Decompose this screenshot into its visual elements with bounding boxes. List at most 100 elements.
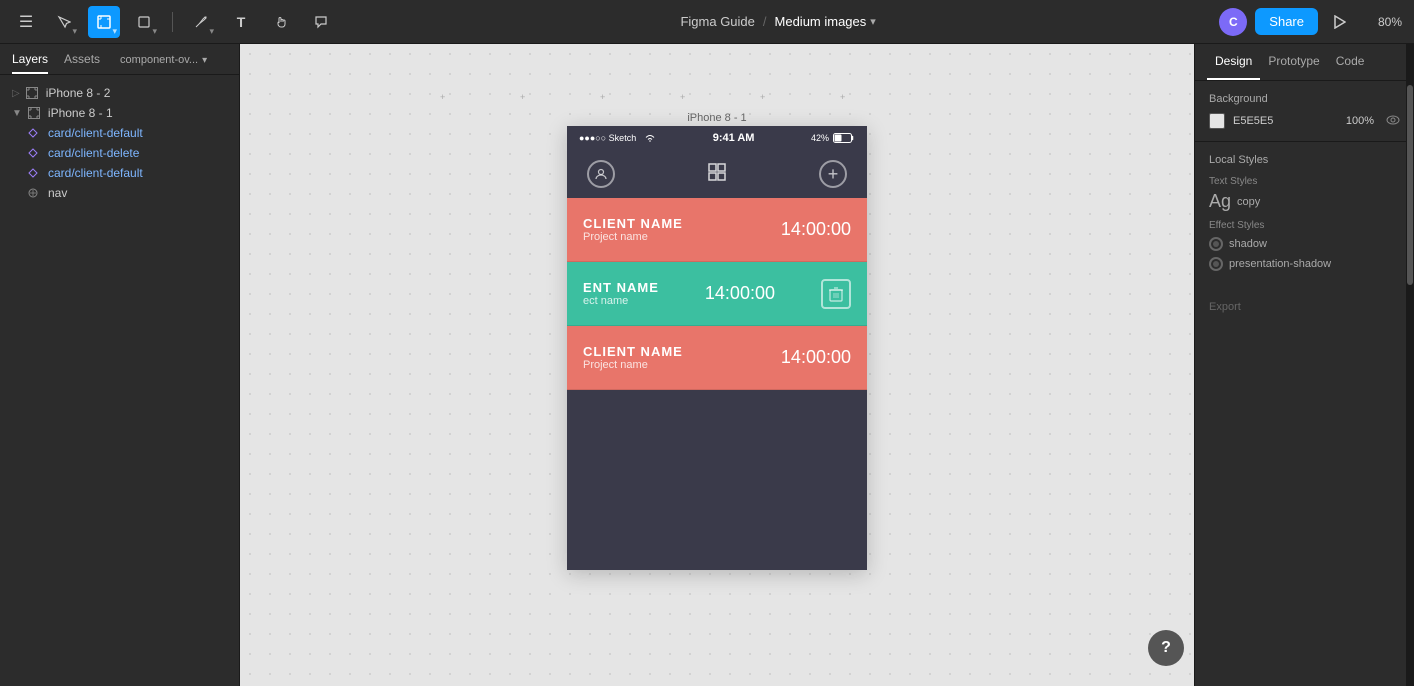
tab-design[interactable]: Design xyxy=(1207,44,1260,80)
toolbar-right: C Share 80% xyxy=(1219,8,1402,36)
tool-pointer[interactable]: ▾ xyxy=(48,6,80,38)
shape-icon xyxy=(137,15,151,29)
hand-icon xyxy=(274,15,288,29)
card-2-name: ENT NAME xyxy=(583,280,659,295)
layer-item-iphone8-1[interactable]: ▼ iPhone 8 - 1 xyxy=(0,103,239,123)
person-icon xyxy=(594,167,608,181)
phone-body: ●●●○○ Sketch 9:41 AM 42% xyxy=(567,126,867,570)
card-2: ENT NAME ect name 14:00:00 xyxy=(567,262,867,326)
text-icon: T xyxy=(237,14,246,30)
component-layer-icon-1 xyxy=(28,128,38,138)
profile-nav-icon xyxy=(587,160,615,188)
layer-item-card-delete[interactable]: card/client-delete xyxy=(0,143,239,163)
phone-frame: ●●●○○ Sketch 9:41 AM 42% xyxy=(567,126,867,570)
play-button[interactable] xyxy=(1326,8,1354,36)
breadcrumb: Figma Guide / Medium images ▾ xyxy=(345,14,1211,29)
avatar: C xyxy=(1219,8,1247,36)
status-bar: ●●●○○ Sketch 9:41 AM 42% xyxy=(567,126,867,150)
tool-comment[interactable] xyxy=(305,6,337,38)
style-ag-preview: Ag xyxy=(1209,191,1231,212)
tab-assets[interactable]: Assets xyxy=(64,52,100,74)
hamburger-icon: ☰ xyxy=(19,12,33,32)
tool-hand[interactable] xyxy=(265,6,297,38)
toolbar: ☰ ▾ ▾ ▾ ▾ T xyxy=(0,0,1414,44)
component-layer-icon-3 xyxy=(28,168,38,178)
phone-nav-bar: + xyxy=(567,150,867,198)
export-title: Export xyxy=(1209,301,1400,313)
card-2-delete-btn[interactable] xyxy=(821,279,851,309)
layer-expand-icon-2: ▼ xyxy=(12,108,22,119)
pointer-icon xyxy=(57,15,71,29)
card-1-name: CLIENT NAME xyxy=(583,216,683,231)
layer-item-card-default-1[interactable]: card/client-default xyxy=(0,123,239,143)
phone-bottom-nav xyxy=(567,390,867,570)
eye-icon xyxy=(1386,115,1400,125)
background-opacity[interactable]: 100% xyxy=(1346,115,1374,127)
layer-item-iphone8-2[interactable]: ▷ iPhone 8 - 2 xyxy=(0,83,239,103)
card-3-time: 14:00:00 xyxy=(781,347,851,368)
pen-icon xyxy=(194,15,208,29)
card-2-left: ENT NAME ect name xyxy=(583,280,659,307)
tool-pen[interactable]: ▾ xyxy=(185,6,217,38)
canvas[interactable]: + + + + + + iPhone 8 - 1 ●●●○○ Sketch xyxy=(240,44,1194,686)
add-nav-icon: + xyxy=(819,160,847,188)
zoom-level[interactable]: 80% xyxy=(1362,15,1402,29)
scrollbar-thumb[interactable] xyxy=(1407,85,1413,285)
tool-shape[interactable]: ▾ xyxy=(128,6,160,38)
card-1: CLIENT NAME Project name 14:00:00 xyxy=(567,198,867,262)
help-button[interactable]: ? xyxy=(1148,630,1184,666)
right-panel-tabs: Design Prototype Code xyxy=(1195,44,1414,81)
card-2-project: ect name xyxy=(583,295,659,307)
chevron-down-icon[interactable]: ▾ xyxy=(870,15,876,28)
component-filter[interactable]: component-ov... ▾ xyxy=(120,54,207,72)
export-section: Export xyxy=(1195,289,1414,325)
tab-code[interactable]: Code xyxy=(1328,44,1373,80)
canvas-marker-3: + xyxy=(600,92,605,102)
tool-shape-chevron: ▾ xyxy=(152,27,157,36)
tool-text[interactable]: T xyxy=(225,6,257,38)
background-color-swatch[interactable] xyxy=(1209,113,1225,129)
scrollbar-track[interactable] xyxy=(1406,44,1414,686)
card-2-time: 14:00:00 xyxy=(705,283,775,304)
card-1-left: CLIENT NAME Project name xyxy=(583,216,683,243)
layer-name-card-delete: card/client-delete xyxy=(48,146,139,160)
frame-label: iPhone 8 - 1 xyxy=(687,112,746,124)
nav-layer-icon xyxy=(28,188,38,198)
hamburger-menu[interactable]: ☰ xyxy=(12,8,40,36)
share-button[interactable]: Share xyxy=(1255,8,1318,35)
background-title: Background xyxy=(1209,93,1400,105)
text-styles-header: Text Styles xyxy=(1209,176,1400,187)
tool-pointer-chevron: ▾ xyxy=(72,27,77,36)
card-3-left: CLIENT NAME Project name xyxy=(583,344,683,371)
project-label: Figma Guide xyxy=(680,14,754,29)
page-title[interactable]: Medium images xyxy=(775,14,867,29)
background-visibility-icon[interactable] xyxy=(1386,114,1400,128)
battery-icon xyxy=(833,133,855,143)
effect-presentation-shadow-icon xyxy=(1209,257,1223,271)
status-right: 42% xyxy=(811,133,855,143)
card-1-time: 14:00:00 xyxy=(781,219,851,240)
effect-shadow-row[interactable]: shadow xyxy=(1209,237,1400,251)
tab-layers[interactable]: Layers xyxy=(12,52,48,74)
effect-styles-header: Effect Styles xyxy=(1209,220,1400,231)
canvas-marker-5: + xyxy=(760,92,765,102)
canvas-marker-6: + xyxy=(840,92,845,102)
text-style-row[interactable]: Ag copy xyxy=(1209,191,1400,212)
carrier-text: ●●●○○ Sketch xyxy=(579,133,636,143)
background-color-value[interactable]: E5E5E5 xyxy=(1233,115,1273,127)
layer-name-card-default-2: card/client-default xyxy=(48,166,143,180)
layer-item-card-default-2[interactable]: card/client-default xyxy=(0,163,239,183)
grid-nav-icon xyxy=(707,162,727,187)
status-left: ●●●○○ Sketch xyxy=(579,133,656,143)
plus-icon: + xyxy=(828,165,839,183)
canvas-marker-1: + xyxy=(440,92,445,102)
tab-prototype[interactable]: Prototype xyxy=(1260,44,1327,80)
tool-frame[interactable]: ▾ xyxy=(88,6,120,38)
frame-layer-icon-2 xyxy=(28,107,40,119)
effect-presentation-shadow-row[interactable]: presentation-shadow xyxy=(1209,257,1400,271)
wifi-icon xyxy=(644,133,656,143)
battery-pct: 42% xyxy=(811,133,829,143)
layer-item-nav[interactable]: nav xyxy=(0,183,239,203)
layers-list: ▷ iPhone 8 - 2 ▼ xyxy=(0,75,239,686)
canvas-marker-2: + xyxy=(520,92,525,102)
